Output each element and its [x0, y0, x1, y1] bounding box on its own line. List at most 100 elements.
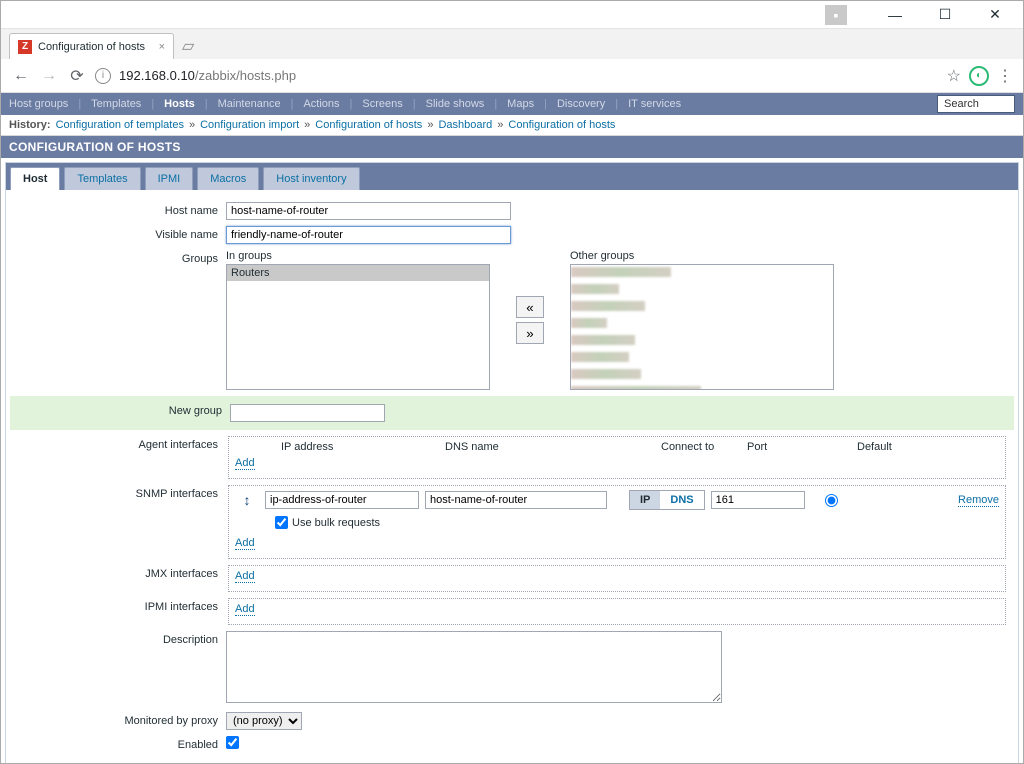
- other-group-option[interactable]: [571, 352, 629, 362]
- new-tab-button[interactable]: ▱: [182, 36, 194, 59]
- bookmark-star-icon[interactable]: ☆: [947, 66, 961, 86]
- description-label: Description: [10, 631, 226, 706]
- history-breadcrumb: History: Configuration of templates» Con…: [1, 115, 1023, 136]
- history-link[interactable]: Configuration of hosts: [508, 119, 615, 131]
- page-title: CONFIGURATION OF HOSTS: [1, 136, 1023, 158]
- tab-macros[interactable]: Macros: [197, 167, 259, 190]
- snmp-ip-input[interactable]: [265, 491, 419, 509]
- ipmi-add-link[interactable]: Add: [235, 603, 255, 616]
- ipmi-interfaces-block: Add: [228, 598, 1006, 625]
- address-bar-row: ← → ⟳ i 192.168.0.10/zabbix/hosts.php ☆ …: [1, 59, 1023, 93]
- maximize-button[interactable]: ☐: [927, 6, 963, 23]
- other-group-option[interactable]: [571, 386, 701, 390]
- snmp-interfaces-label: SNMP interfaces: [10, 485, 226, 559]
- other-group-option[interactable]: [571, 284, 619, 294]
- agent-add-link[interactable]: Add: [235, 457, 255, 470]
- connect-to-ip-button[interactable]: IP: [630, 491, 660, 509]
- nav-templates[interactable]: Templates: [91, 98, 141, 110]
- jmx-add-link[interactable]: Add: [235, 570, 255, 583]
- history-link[interactable]: Configuration import: [200, 119, 299, 131]
- visible-name-label: Visible name: [10, 226, 226, 244]
- history-link[interactable]: Configuration of templates: [56, 119, 184, 131]
- other-group-option[interactable]: [571, 369, 641, 379]
- shuttle-left-button[interactable]: «: [516, 296, 544, 318]
- tab-host-inventory[interactable]: Host inventory: [263, 167, 359, 190]
- browser-tab-active[interactable]: Z Configuration of hosts ×: [9, 33, 174, 59]
- back-button[interactable]: ←: [11, 67, 31, 85]
- search-input[interactable]: [937, 95, 1015, 113]
- browser-tabstrip: Z Configuration of hosts × ▱: [1, 29, 1023, 59]
- chrome-menu-icon[interactable]: ⋮: [997, 66, 1013, 86]
- tab-host[interactable]: Host: [10, 167, 60, 190]
- col-ip-header: IP address: [281, 441, 445, 453]
- description-textarea[interactable]: [226, 631, 722, 703]
- zabbix-subnav: Host groups| Templates| Hosts| Maintenan…: [1, 93, 1023, 115]
- url-display[interactable]: 192.168.0.10/zabbix/hosts.php: [119, 68, 939, 83]
- agent-interfaces-label: Agent interfaces: [10, 436, 226, 479]
- snmp-default-radio[interactable]: [825, 494, 838, 507]
- in-groups-label: In groups: [226, 250, 490, 262]
- nav-actions[interactable]: Actions: [303, 98, 339, 110]
- window-titlebar: ▪ — ☐ ✕: [1, 1, 1023, 29]
- nav-maps[interactable]: Maps: [507, 98, 534, 110]
- col-dns-header: DNS name: [445, 441, 661, 453]
- groups-label: Groups: [10, 250, 226, 390]
- tab-templates[interactable]: Templates: [64, 167, 140, 190]
- favicon-icon: Z: [18, 40, 32, 54]
- agent-interfaces-block: IP address DNS name Connect to Port Defa…: [228, 436, 1006, 479]
- jmx-interfaces-label: JMX interfaces: [10, 565, 226, 592]
- connect-to-dns-button[interactable]: DNS: [660, 491, 703, 509]
- bulk-requests-label: Use bulk requests: [292, 517, 380, 529]
- connect-to-toggle: IP DNS: [629, 490, 705, 510]
- in-groups-listbox[interactable]: Routers: [226, 264, 490, 390]
- extension-icon[interactable]: ◐: [969, 66, 989, 86]
- snmp-remove-link[interactable]: Remove: [958, 494, 999, 507]
- nav-host-groups[interactable]: Host groups: [9, 98, 68, 110]
- nav-screens[interactable]: Screens: [362, 98, 402, 110]
- col-default-header: Default: [857, 441, 917, 453]
- other-groups-listbox[interactable]: [570, 264, 834, 390]
- monitored-by-proxy-select[interactable]: (no proxy): [226, 712, 302, 730]
- nav-discovery[interactable]: Discovery: [557, 98, 605, 110]
- minimize-button[interactable]: —: [877, 7, 913, 23]
- other-group-option[interactable]: [571, 267, 671, 277]
- host-name-input[interactable]: [226, 202, 511, 220]
- ipmi-interfaces-label: IPMI interfaces: [10, 598, 226, 625]
- reload-button[interactable]: ⟳: [67, 66, 87, 86]
- url-path: /zabbix/hosts.php: [195, 68, 296, 83]
- history-link[interactable]: Dashboard: [438, 119, 492, 131]
- col-port-header: Port: [747, 441, 857, 453]
- new-group-input[interactable]: [230, 404, 385, 422]
- tab-title: Configuration of hosts: [38, 41, 145, 53]
- snmp-port-input[interactable]: [711, 491, 805, 509]
- nav-maintenance[interactable]: Maintenance: [218, 98, 281, 110]
- profile-avatar-icon[interactable]: ▪: [825, 5, 847, 25]
- other-groups-label: Other groups: [570, 250, 834, 262]
- monitored-by-proxy-label: Monitored by proxy: [10, 712, 226, 730]
- nav-slideshows[interactable]: Slide shows: [426, 98, 485, 110]
- snmp-add-link[interactable]: Add: [235, 537, 255, 550]
- enabled-label: Enabled: [10, 736, 226, 752]
- tab-ipmi[interactable]: IPMI: [145, 167, 194, 190]
- snmp-dns-input[interactable]: [425, 491, 607, 509]
- host-name-label: Host name: [10, 202, 226, 220]
- nav-hosts[interactable]: Hosts: [164, 98, 195, 110]
- close-window-button[interactable]: ✕: [977, 6, 1013, 23]
- forward-button: →: [39, 67, 59, 85]
- bulk-requests-checkbox[interactable]: [275, 516, 288, 529]
- enabled-checkbox[interactable]: [226, 736, 239, 749]
- drag-handle-icon[interactable]: ↕: [235, 492, 259, 508]
- in-group-option[interactable]: Routers: [227, 265, 489, 281]
- config-tabbar: Host Templates IPMI Macros Host inventor…: [6, 163, 1018, 190]
- tab-close-icon[interactable]: ×: [159, 41, 165, 53]
- other-group-option[interactable]: [571, 335, 635, 345]
- nav-itservices[interactable]: IT services: [628, 98, 681, 110]
- snmp-interfaces-block: ↕ IP DNS Rem: [228, 485, 1006, 559]
- shuttle-right-button[interactable]: »: [516, 322, 544, 344]
- new-group-label: New group: [14, 402, 230, 422]
- history-link[interactable]: Configuration of hosts: [315, 119, 422, 131]
- other-group-option[interactable]: [571, 301, 645, 311]
- site-info-icon[interactable]: i: [95, 68, 111, 84]
- visible-name-input[interactable]: [226, 226, 511, 244]
- other-group-option[interactable]: [571, 318, 607, 328]
